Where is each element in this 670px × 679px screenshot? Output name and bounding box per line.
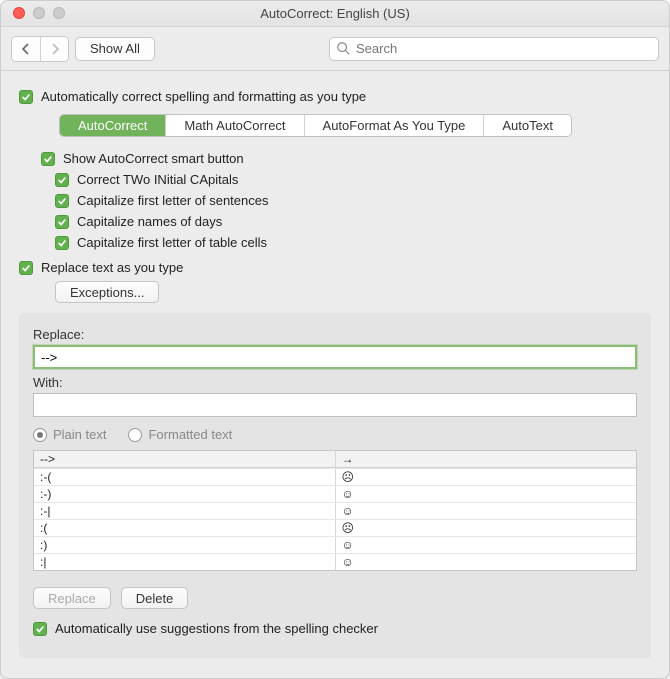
tab-autotext[interactable]: AutoText [483, 115, 571, 136]
tab-bar: AutoCorrect Math AutoCorrect AutoFormat … [59, 114, 572, 137]
show-all-button[interactable]: Show All [75, 37, 155, 61]
cell-to: ☺ [336, 503, 637, 519]
replace-panel: Replace: With: Plain text Formatted text… [19, 313, 651, 658]
days-label: Capitalize names of days [77, 214, 222, 229]
exceptions-button[interactable]: Exceptions... [55, 281, 159, 303]
days-checkbox[interactable] [55, 215, 69, 229]
preferences-window: AutoCorrect: English (US) Show All Autom… [0, 0, 670, 679]
first-sentence-label: Capitalize first letter of sentences [77, 193, 268, 208]
replace-button[interactable]: Replace [33, 587, 111, 609]
exceptions-row: Exceptions... [19, 281, 651, 303]
replacements-table[interactable]: --> → :-( ☹ :-) ☺ :-| ☺ :( ☹ [33, 450, 637, 571]
table-cells-checkbox[interactable] [55, 236, 69, 250]
table-row[interactable]: :-( ☹ [34, 468, 636, 485]
cell-from: :) [34, 537, 336, 553]
smart-button-label: Show AutoCorrect smart button [63, 151, 244, 166]
cell-to: ☺ [336, 537, 637, 553]
auto-correct-label: Automatically correct spelling and forma… [41, 89, 366, 104]
auto-correct-checkbox[interactable] [19, 90, 33, 104]
table-row[interactable]: :( ☹ [34, 519, 636, 536]
plain-text-label: Plain text [53, 427, 106, 442]
replace-field-label: Replace: [33, 327, 637, 342]
two-caps-checkbox[interactable] [55, 173, 69, 187]
with-field-label: With: [33, 375, 637, 390]
close-icon[interactable] [13, 7, 25, 19]
spellcheck-row: Automatically use suggestions from the s… [33, 621, 637, 636]
cell-to: ☹ [336, 469, 637, 485]
two-caps-label: Correct TWo INitial CApitals [77, 172, 238, 187]
replace-label: Replace text as you type [41, 260, 183, 275]
window-title: AutoCorrect: English (US) [1, 6, 669, 21]
window-controls [13, 7, 65, 19]
table-cells-row: Capitalize first letter of table cells [19, 235, 651, 250]
toolbar: Show All [1, 27, 669, 71]
forward-button[interactable] [40, 37, 68, 61]
table-cells-label: Capitalize first letter of table cells [77, 235, 267, 250]
content: Automatically correct spelling and forma… [1, 71, 669, 678]
minimize-icon[interactable] [33, 7, 45, 19]
with-input[interactable] [33, 393, 637, 417]
cell-from: :| [34, 554, 336, 570]
panel-buttons: Replace Delete [33, 587, 637, 609]
search-wrap [329, 37, 659, 61]
smart-button-checkbox[interactable] [41, 152, 55, 166]
table-header: --> → [34, 451, 636, 468]
spellcheck-checkbox[interactable] [33, 622, 47, 636]
back-button[interactable] [12, 37, 40, 61]
first-sentence-checkbox[interactable] [55, 194, 69, 208]
nav-group [11, 36, 69, 62]
table-row[interactable]: :-) ☺ [34, 485, 636, 502]
table-row[interactable]: :) ☺ [34, 536, 636, 553]
chevron-left-icon [20, 43, 32, 55]
titlebar: AutoCorrect: English (US) [1, 1, 669, 27]
col-from: --> [34, 451, 336, 467]
plain-text-radio[interactable] [33, 428, 47, 442]
formatted-text-radio[interactable] [128, 428, 142, 442]
cell-to: ☹ [336, 520, 637, 536]
first-sentence-row: Capitalize first letter of sentences [19, 193, 651, 208]
cell-from: :-) [34, 486, 336, 502]
search-input[interactable] [329, 37, 659, 61]
table-row[interactable]: :-| ☺ [34, 502, 636, 519]
formatted-text-label: Formatted text [148, 427, 232, 442]
format-radio-group: Plain text Formatted text [33, 427, 637, 442]
spellcheck-label: Automatically use suggestions from the s… [55, 621, 378, 636]
auto-correct-toggle-row: Automatically correct spelling and forma… [19, 89, 651, 104]
delete-button[interactable]: Delete [121, 587, 189, 609]
col-to: → [336, 451, 637, 467]
replace-toggle-row: Replace text as you type [19, 260, 651, 275]
cell-to: ☺ [336, 486, 637, 502]
tab-autocorrect[interactable]: AutoCorrect [60, 115, 165, 136]
cell-from: :( [34, 520, 336, 536]
tab-math-autocorrect[interactable]: Math AutoCorrect [165, 115, 303, 136]
two-caps-row: Correct TWo INitial CApitals [19, 172, 651, 187]
days-row: Capitalize names of days [19, 214, 651, 229]
tab-autoformat[interactable]: AutoFormat As You Type [304, 115, 484, 136]
search-icon [336, 41, 350, 55]
cell-from: :-| [34, 503, 336, 519]
smart-button-row: Show AutoCorrect smart button [19, 151, 651, 166]
zoom-icon[interactable] [53, 7, 65, 19]
replace-checkbox[interactable] [19, 261, 33, 275]
table-row[interactable]: :| ☺ [34, 553, 636, 570]
cell-from: :-( [34, 469, 336, 485]
replace-input[interactable] [33, 345, 637, 369]
chevron-right-icon [49, 43, 61, 55]
cell-to: ☺ [336, 554, 637, 570]
